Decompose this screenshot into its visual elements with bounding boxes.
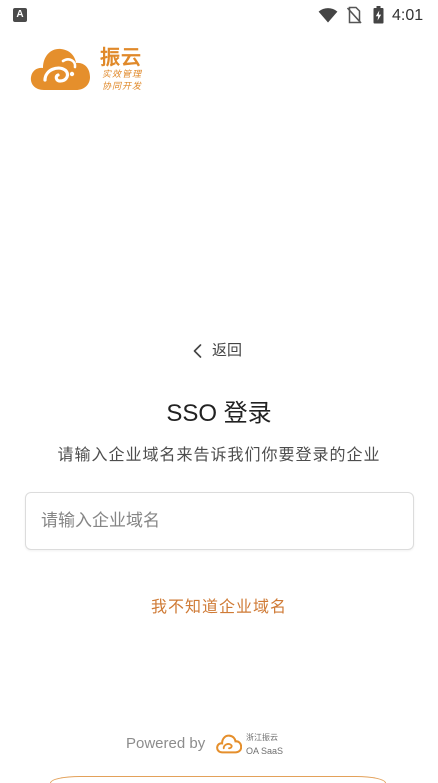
brand-tagline: 协同开发: [102, 82, 143, 92]
wifi-icon: [318, 8, 338, 23]
footer-brand-name: 浙江振云: [246, 733, 278, 742]
chevron-left-icon: [193, 344, 202, 358]
brand-name: 振云: [100, 45, 142, 69]
unknown-domain-link[interactable]: 我不知道企业域名: [0, 597, 438, 619]
no-sim-icon: [346, 6, 362, 24]
back-label: 返回: [212, 342, 243, 359]
page-subtitle: 请输入企业域名来告诉我们你要登录的企业: [57, 447, 381, 464]
brand-logo: 振云 实效管理 协同开发: [28, 40, 158, 96]
status-time: 4:01: [392, 7, 424, 24]
status-bar: A 4:01: [0, 0, 438, 32]
page-title: SSO 登录: [166, 400, 272, 427]
domain-input[interactable]: [25, 492, 414, 550]
powered-by-label: Powered by: [126, 735, 206, 752]
cloud-logo-icon: [30, 48, 90, 90]
text-notification-icon: A: [13, 8, 27, 22]
footer-brand-product: OA SaaS: [246, 746, 284, 756]
sso-login-screen: A 4:01 振云 实效管理 协同开发 返回 SSO 登录 请输入企业域名来告诉…: [0, 0, 438, 783]
cloud-logo-icon: [216, 734, 242, 754]
back-button[interactable]: 返回: [193, 340, 251, 362]
brand-tagline: 实效管理: [102, 70, 143, 80]
battery-charging-icon: [373, 6, 384, 24]
bottom-action-button[interactable]: [50, 776, 386, 783]
